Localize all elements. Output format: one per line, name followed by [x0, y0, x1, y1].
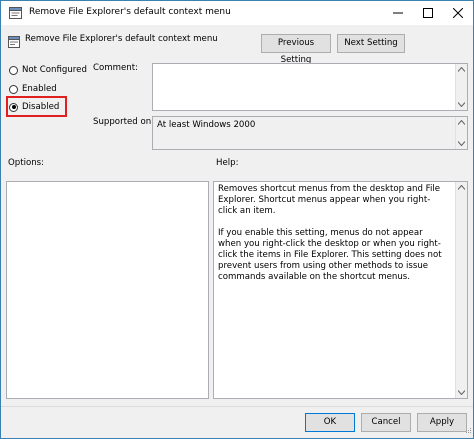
setting-title: Remove File Explorer's default context m… [25, 34, 218, 44]
minimize-icon [393, 12, 403, 14]
comment-scrollbar[interactable] [455, 64, 467, 110]
supported-on-label: Supported on: [93, 117, 155, 127]
options-label: Options: [8, 158, 45, 168]
resize-grip-icon[interactable] [464, 426, 472, 437]
maximize-button[interactable] [413, 1, 443, 25]
scroll-up-icon[interactable] [458, 120, 465, 125]
help-text: Removes shortcut menus from the desktop … [218, 184, 442, 294]
minimize-button[interactable] [383, 1, 413, 25]
help-paragraph-2: If you enable this setting, menus do not… [218, 227, 442, 283]
comment-field[interactable] [152, 63, 468, 111]
radio-enabled[interactable]: Enabled [9, 82, 57, 96]
scroll-down-icon[interactable] [458, 390, 465, 395]
policy-icon [9, 7, 22, 22]
ok-button[interactable]: OK [305, 413, 355, 432]
setting-icon [8, 36, 20, 51]
options-pane[interactable] [6, 181, 209, 399]
cancel-button[interactable]: Cancel [361, 413, 411, 432]
help-scrollbar[interactable] [455, 182, 467, 398]
window-title: Remove File Explorer's default context m… [29, 7, 231, 17]
policy-setting-dialog: Remove File Explorer's default context m… [0, 0, 474, 439]
radio-not-configured[interactable]: Not Configured [9, 63, 87, 77]
comment-label: Comment: [93, 63, 138, 73]
scroll-down-icon[interactable] [458, 141, 465, 146]
supported-scrollbar[interactable] [455, 117, 467, 149]
supported-on-field: At least Windows 2000 [152, 116, 468, 150]
scroll-down-icon[interactable] [458, 102, 465, 107]
footer-divider [1, 406, 473, 407]
disabled-highlight-box [6, 96, 67, 117]
title-bar[interactable]: Remove File Explorer's default context m… [1, 1, 473, 25]
supported-on-value: At least Windows 2000 [157, 120, 256, 130]
help-pane[interactable]: Removes shortcut menus from the desktop … [213, 181, 468, 399]
next-setting-button[interactable]: Next Setting [337, 34, 405, 53]
apply-button[interactable]: Apply [417, 413, 467, 432]
close-button[interactable] [443, 1, 473, 25]
scroll-up-icon[interactable] [458, 185, 465, 190]
radio-not-configured-circle[interactable] [9, 65, 18, 75]
radio-enabled-circle[interactable] [9, 84, 18, 94]
maximize-icon [423, 8, 433, 18]
help-paragraph-1: Removes shortcut menus from the desktop … [218, 184, 441, 217]
scroll-up-icon[interactable] [458, 67, 465, 72]
radio-not-configured-label: Not Configured [22, 65, 87, 75]
radio-enabled-label: Enabled [22, 84, 57, 94]
previous-setting-button[interactable]: Previous Setting [261, 34, 331, 65]
help-label: Help: [216, 158, 239, 168]
close-icon [452, 7, 464, 19]
